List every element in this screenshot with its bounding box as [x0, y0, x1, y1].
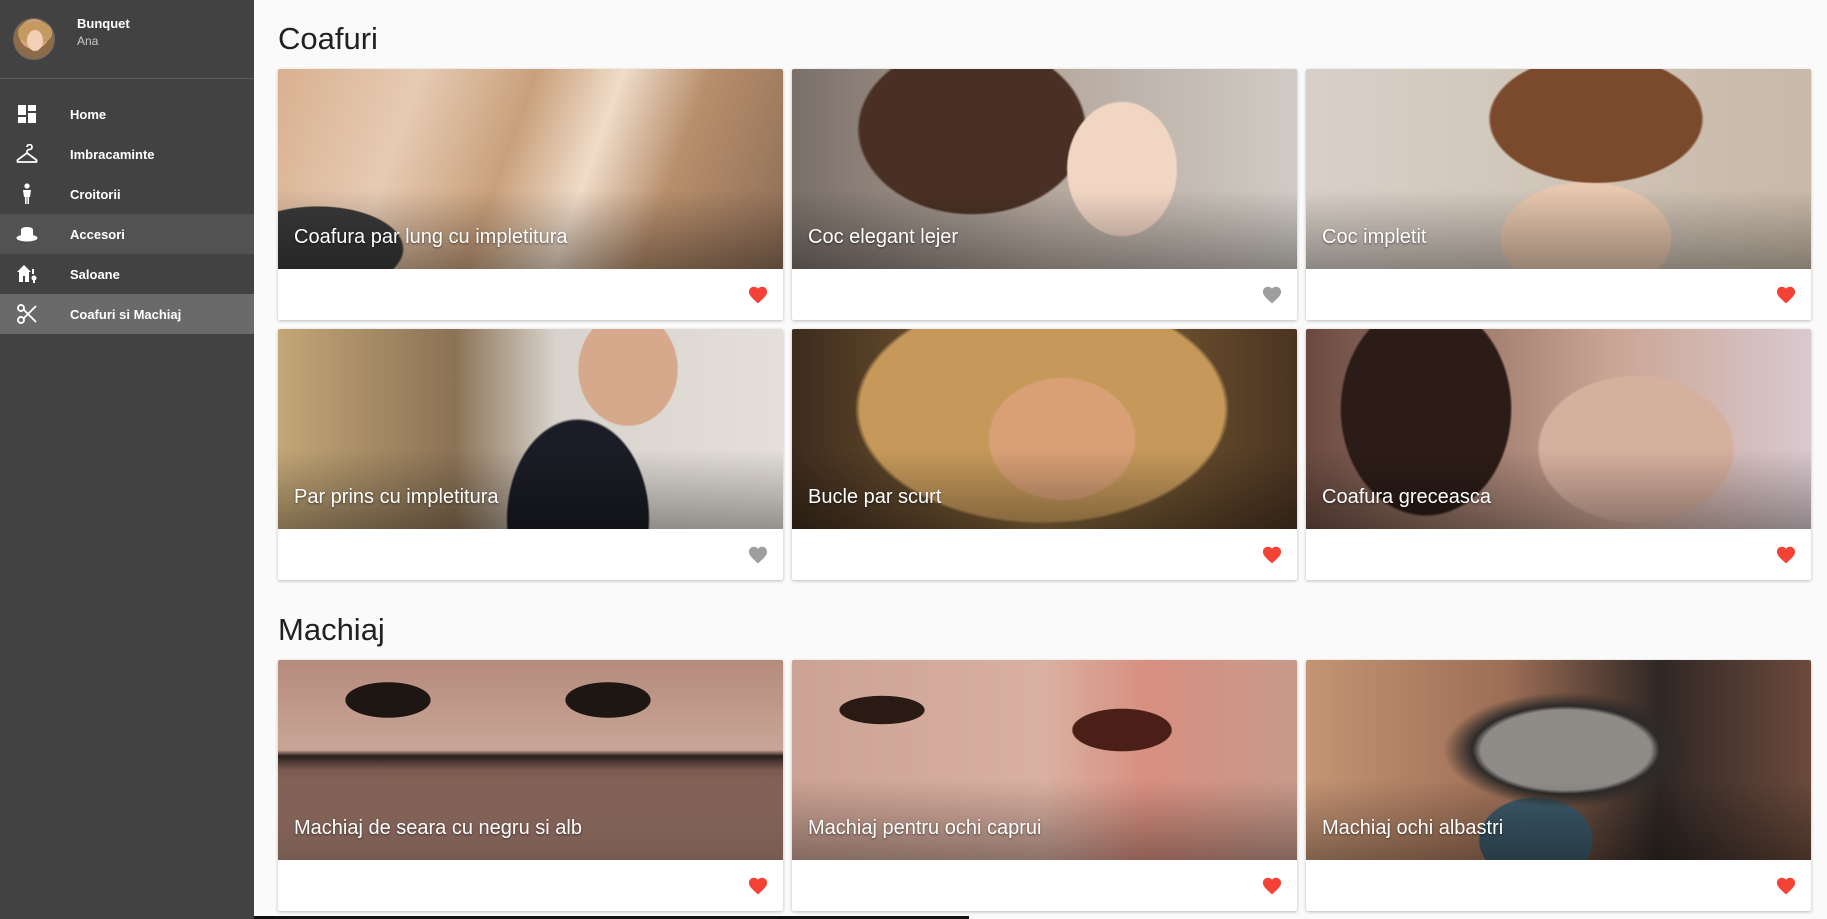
sidebar-item-saloane[interactable]: Saloane [0, 254, 254, 294]
sidebar-item-label: Coafuri si Machiaj [70, 306, 182, 322]
profile-name: Bunquet [77, 16, 130, 31]
heart-icon[interactable] [1261, 284, 1283, 304]
heart-icon[interactable] [747, 875, 769, 895]
card[interactable]: Machiaj pentru ochi caprui [792, 660, 1297, 911]
user-profile[interactable]: Bunquet Ana [0, 0, 254, 79]
card-title: Bucle par scurt [808, 486, 942, 508]
card[interactable]: Coafura par lung cu impletitura [278, 69, 783, 320]
card-grid: Machiaj de seara cu negru si alb Machiaj… [278, 660, 1827, 911]
card-title: Coafura greceasca [1322, 486, 1491, 508]
sidebar-item-home[interactable]: Home [0, 94, 254, 134]
sidebar-item-croitorii[interactable]: Croitorii [0, 174, 254, 214]
card-title: Machiaj pentru ochi caprui [808, 817, 1042, 839]
section-title: Coafuri [278, 21, 378, 56]
card-image[interactable]: Machiaj pentru ochi caprui [792, 660, 1297, 860]
card-title: Par prins cu impletitura [294, 486, 499, 508]
sidebar-item-label: Accesori [70, 226, 125, 242]
card-title: Coafura par lung cu impletitura [294, 226, 568, 248]
heart-icon[interactable] [1261, 544, 1283, 564]
main-content: Coafuri Coafura par lung cu impletitura … [254, 0, 1827, 919]
sidebar-item-label: Saloane [70, 266, 120, 282]
sidebar-item-label: Home [70, 106, 107, 122]
avatar [13, 18, 55, 60]
heart-icon[interactable] [1775, 875, 1797, 895]
card-image[interactable]: Par prins cu impletitura [278, 329, 783, 529]
hat-icon [16, 223, 38, 245]
house-icon [16, 263, 38, 285]
card-title: Machiaj ochi albastri [1322, 817, 1504, 839]
sidebar-item-imbracaminte[interactable]: Imbracaminte [0, 134, 254, 174]
card-image[interactable]: Coafura greceasca [1306, 329, 1811, 529]
card-image[interactable]: Machiaj de seara cu negru si alb [278, 660, 783, 860]
card-title: Coc impletit [1322, 226, 1427, 248]
card-grid: Coafura par lung cu impletitura Coc eleg… [278, 69, 1827, 580]
scissors-icon [16, 303, 38, 325]
heart-icon[interactable] [1261, 875, 1283, 895]
card[interactable]: Coc elegant lejer [792, 69, 1297, 320]
sidebar-item-accesori[interactable]: Accesori [0, 214, 254, 254]
heart-icon[interactable] [747, 284, 769, 304]
section-title: Machiaj [278, 612, 385, 647]
card[interactable]: Coc impletit [1306, 69, 1811, 320]
card-title: Machiaj de seara cu negru si alb [294, 817, 582, 839]
card-image[interactable]: Coc impletit [1306, 69, 1811, 269]
sidebar-item-coafuri-si-machiaj[interactable]: Coafuri si Machiaj [0, 294, 254, 334]
card[interactable]: Machiaj de seara cu negru si alb [278, 660, 783, 911]
card-image[interactable]: Coc elegant lejer [792, 69, 1297, 269]
heart-icon[interactable] [1775, 544, 1797, 564]
profile-subtitle: Ana [77, 34, 99, 48]
sidebar-item-label: Imbracaminte [70, 146, 155, 162]
heart-icon[interactable] [1775, 284, 1797, 304]
mannequin-icon [16, 183, 38, 205]
sidebar-item-label: Croitorii [70, 186, 121, 202]
sidebar-nav: Home Imbracaminte Croitorii Accesori Sal… [0, 94, 254, 334]
dashboard-icon [16, 103, 38, 125]
sidebar: Bunquet Ana Home Imbracaminte Croitorii … [0, 0, 254, 919]
card[interactable]: Machiaj ochi albastri [1306, 660, 1811, 911]
card-title: Coc elegant lejer [808, 226, 959, 248]
card[interactable]: Bucle par scurt [792, 329, 1297, 580]
card[interactable]: Coafura greceasca [1306, 329, 1811, 580]
card-image[interactable]: Machiaj ochi albastri [1306, 660, 1811, 860]
card[interactable]: Par prins cu impletitura [278, 329, 783, 580]
hanger-icon [16, 143, 38, 165]
card-image[interactable]: Bucle par scurt [792, 329, 1297, 529]
heart-icon[interactable] [747, 544, 769, 564]
card-image[interactable]: Coafura par lung cu impletitura [278, 69, 783, 269]
